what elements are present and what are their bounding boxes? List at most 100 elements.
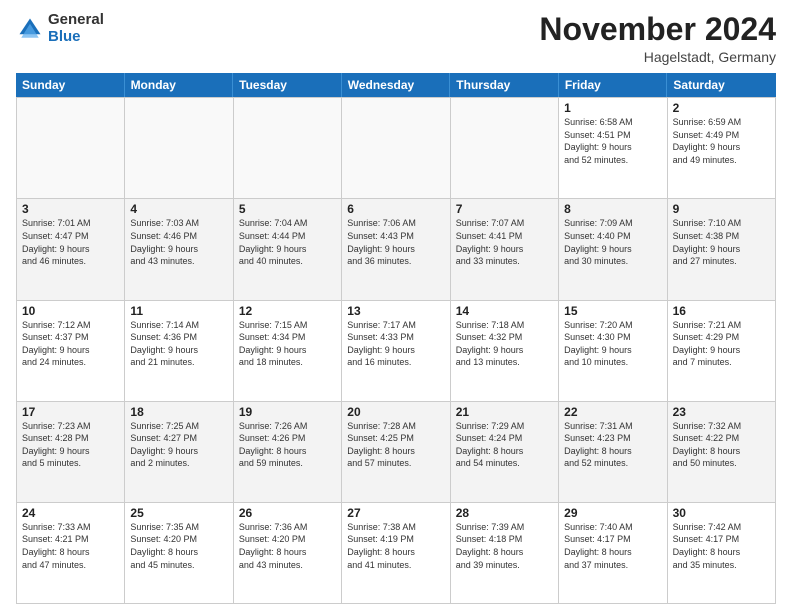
table-row: 22Sunrise: 7:31 AM Sunset: 4:23 PM Dayli… bbox=[559, 402, 667, 503]
logo-general: General bbox=[48, 12, 104, 29]
logo-text: General Blue bbox=[48, 12, 104, 45]
day-info: Sunrise: 7:09 AM Sunset: 4:40 PM Dayligh… bbox=[564, 217, 661, 267]
table-row: 10Sunrise: 7:12 AM Sunset: 4:37 PM Dayli… bbox=[17, 301, 125, 402]
header-saturday: Saturday bbox=[667, 73, 776, 97]
header-wednesday: Wednesday bbox=[342, 73, 451, 97]
day-info: Sunrise: 7:23 AM Sunset: 4:28 PM Dayligh… bbox=[22, 420, 119, 470]
table-row: 7Sunrise: 7:07 AM Sunset: 4:41 PM Daylig… bbox=[451, 199, 559, 300]
table-row bbox=[17, 98, 125, 199]
day-number: 17 bbox=[22, 405, 119, 419]
day-info: Sunrise: 7:26 AM Sunset: 4:26 PM Dayligh… bbox=[239, 420, 336, 470]
table-row: 16Sunrise: 7:21 AM Sunset: 4:29 PM Dayli… bbox=[668, 301, 776, 402]
day-number: 9 bbox=[673, 202, 770, 216]
day-info: Sunrise: 7:10 AM Sunset: 4:38 PM Dayligh… bbox=[673, 217, 770, 267]
logo-blue: Blue bbox=[48, 29, 104, 46]
table-row: 18Sunrise: 7:25 AM Sunset: 4:27 PM Dayli… bbox=[125, 402, 233, 503]
table-row: 17Sunrise: 7:23 AM Sunset: 4:28 PM Dayli… bbox=[17, 402, 125, 503]
table-row: 5Sunrise: 7:04 AM Sunset: 4:44 PM Daylig… bbox=[234, 199, 342, 300]
day-number: 23 bbox=[673, 405, 770, 419]
day-number: 5 bbox=[239, 202, 336, 216]
day-number: 16 bbox=[673, 304, 770, 318]
table-row: 12Sunrise: 7:15 AM Sunset: 4:34 PM Dayli… bbox=[234, 301, 342, 402]
table-row: 25Sunrise: 7:35 AM Sunset: 4:20 PM Dayli… bbox=[125, 503, 233, 604]
table-row: 30Sunrise: 7:42 AM Sunset: 4:17 PM Dayli… bbox=[668, 503, 776, 604]
header-monday: Monday bbox=[125, 73, 234, 97]
day-info: Sunrise: 7:07 AM Sunset: 4:41 PM Dayligh… bbox=[456, 217, 553, 267]
table-row: 3Sunrise: 7:01 AM Sunset: 4:47 PM Daylig… bbox=[17, 199, 125, 300]
day-number: 12 bbox=[239, 304, 336, 318]
day-info: Sunrise: 7:28 AM Sunset: 4:25 PM Dayligh… bbox=[347, 420, 444, 470]
table-row: 26Sunrise: 7:36 AM Sunset: 4:20 PM Dayli… bbox=[234, 503, 342, 604]
logo-icon bbox=[16, 15, 44, 43]
header-thursday: Thursday bbox=[450, 73, 559, 97]
table-row bbox=[451, 98, 559, 199]
table-row: 20Sunrise: 7:28 AM Sunset: 4:25 PM Dayli… bbox=[342, 402, 450, 503]
day-info: Sunrise: 7:12 AM Sunset: 4:37 PM Dayligh… bbox=[22, 319, 119, 369]
table-row bbox=[234, 98, 342, 199]
day-info: Sunrise: 7:18 AM Sunset: 4:32 PM Dayligh… bbox=[456, 319, 553, 369]
table-row: 29Sunrise: 7:40 AM Sunset: 4:17 PM Dayli… bbox=[559, 503, 667, 604]
day-info: Sunrise: 7:04 AM Sunset: 4:44 PM Dayligh… bbox=[239, 217, 336, 267]
day-number: 1 bbox=[564, 101, 661, 115]
location: Hagelstadt, Germany bbox=[539, 49, 776, 65]
table-row bbox=[125, 98, 233, 199]
calendar-body: 1Sunrise: 6:58 AM Sunset: 4:51 PM Daylig… bbox=[16, 97, 776, 604]
day-info: Sunrise: 7:29 AM Sunset: 4:24 PM Dayligh… bbox=[456, 420, 553, 470]
day-number: 13 bbox=[347, 304, 444, 318]
day-number: 20 bbox=[347, 405, 444, 419]
header-friday: Friday bbox=[559, 73, 668, 97]
day-info: Sunrise: 7:15 AM Sunset: 4:34 PM Dayligh… bbox=[239, 319, 336, 369]
day-info: Sunrise: 7:40 AM Sunset: 4:17 PM Dayligh… bbox=[564, 521, 661, 571]
table-row: 15Sunrise: 7:20 AM Sunset: 4:30 PM Dayli… bbox=[559, 301, 667, 402]
day-info: Sunrise: 7:03 AM Sunset: 4:46 PM Dayligh… bbox=[130, 217, 227, 267]
table-row: 24Sunrise: 7:33 AM Sunset: 4:21 PM Dayli… bbox=[17, 503, 125, 604]
day-number: 24 bbox=[22, 506, 119, 520]
day-number: 25 bbox=[130, 506, 227, 520]
table-row: 1Sunrise: 6:58 AM Sunset: 4:51 PM Daylig… bbox=[559, 98, 667, 199]
day-info: Sunrise: 6:59 AM Sunset: 4:49 PM Dayligh… bbox=[673, 116, 770, 166]
table-row: 21Sunrise: 7:29 AM Sunset: 4:24 PM Dayli… bbox=[451, 402, 559, 503]
header-tuesday: Tuesday bbox=[233, 73, 342, 97]
day-info: Sunrise: 7:33 AM Sunset: 4:21 PM Dayligh… bbox=[22, 521, 119, 571]
day-info: Sunrise: 6:58 AM Sunset: 4:51 PM Dayligh… bbox=[564, 116, 661, 166]
day-number: 27 bbox=[347, 506, 444, 520]
day-number: 26 bbox=[239, 506, 336, 520]
day-number: 10 bbox=[22, 304, 119, 318]
day-number: 11 bbox=[130, 304, 227, 318]
table-row: 2Sunrise: 6:59 AM Sunset: 4:49 PM Daylig… bbox=[668, 98, 776, 199]
day-info: Sunrise: 7:35 AM Sunset: 4:20 PM Dayligh… bbox=[130, 521, 227, 571]
page-header: General Blue November 2024 Hagelstadt, G… bbox=[16, 12, 776, 65]
day-number: 8 bbox=[564, 202, 661, 216]
table-row bbox=[342, 98, 450, 199]
day-info: Sunrise: 7:20 AM Sunset: 4:30 PM Dayligh… bbox=[564, 319, 661, 369]
day-number: 3 bbox=[22, 202, 119, 216]
day-number: 19 bbox=[239, 405, 336, 419]
day-info: Sunrise: 7:17 AM Sunset: 4:33 PM Dayligh… bbox=[347, 319, 444, 369]
table-row: 8Sunrise: 7:09 AM Sunset: 4:40 PM Daylig… bbox=[559, 199, 667, 300]
day-number: 22 bbox=[564, 405, 661, 419]
table-row: 9Sunrise: 7:10 AM Sunset: 4:38 PM Daylig… bbox=[668, 199, 776, 300]
day-info: Sunrise: 7:21 AM Sunset: 4:29 PM Dayligh… bbox=[673, 319, 770, 369]
header-sunday: Sunday bbox=[16, 73, 125, 97]
table-row: 14Sunrise: 7:18 AM Sunset: 4:32 PM Dayli… bbox=[451, 301, 559, 402]
day-number: 30 bbox=[673, 506, 770, 520]
day-info: Sunrise: 7:36 AM Sunset: 4:20 PM Dayligh… bbox=[239, 521, 336, 571]
table-row: 13Sunrise: 7:17 AM Sunset: 4:33 PM Dayli… bbox=[342, 301, 450, 402]
day-info: Sunrise: 7:14 AM Sunset: 4:36 PM Dayligh… bbox=[130, 319, 227, 369]
title-block: November 2024 Hagelstadt, Germany bbox=[539, 12, 776, 65]
day-number: 18 bbox=[130, 405, 227, 419]
day-info: Sunrise: 7:06 AM Sunset: 4:43 PM Dayligh… bbox=[347, 217, 444, 267]
table-row: 28Sunrise: 7:39 AM Sunset: 4:18 PM Dayli… bbox=[451, 503, 559, 604]
day-number: 29 bbox=[564, 506, 661, 520]
day-number: 15 bbox=[564, 304, 661, 318]
table-row: 23Sunrise: 7:32 AM Sunset: 4:22 PM Dayli… bbox=[668, 402, 776, 503]
table-row: 6Sunrise: 7:06 AM Sunset: 4:43 PM Daylig… bbox=[342, 199, 450, 300]
day-number: 6 bbox=[347, 202, 444, 216]
calendar-header: Sunday Monday Tuesday Wednesday Thursday… bbox=[16, 73, 776, 97]
table-row: 11Sunrise: 7:14 AM Sunset: 4:36 PM Dayli… bbox=[125, 301, 233, 402]
day-number: 28 bbox=[456, 506, 553, 520]
table-row: 4Sunrise: 7:03 AM Sunset: 4:46 PM Daylig… bbox=[125, 199, 233, 300]
day-info: Sunrise: 7:01 AM Sunset: 4:47 PM Dayligh… bbox=[22, 217, 119, 267]
day-number: 7 bbox=[456, 202, 553, 216]
day-number: 4 bbox=[130, 202, 227, 216]
